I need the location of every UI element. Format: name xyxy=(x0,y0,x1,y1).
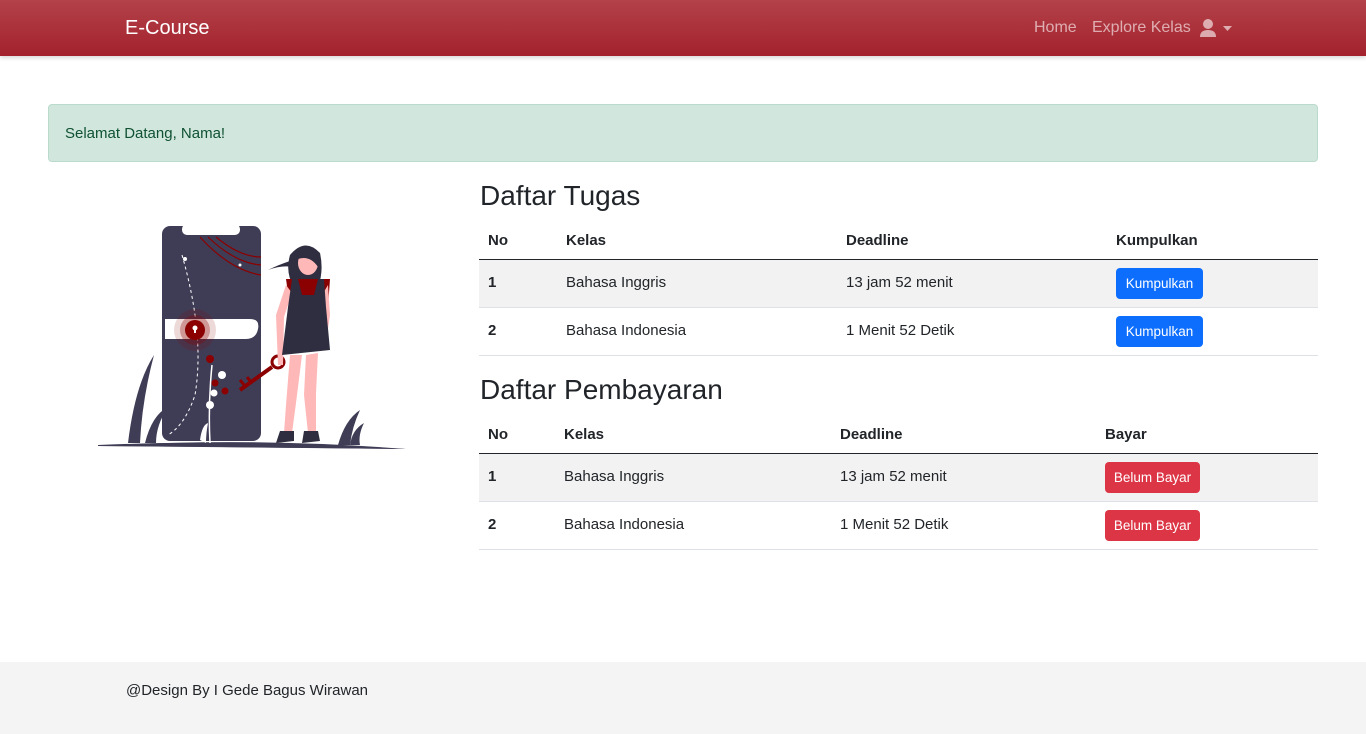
table-row: 2 Bahasa Indonesia 1 Menit 52 Detik Kump… xyxy=(479,308,1318,356)
row-no: 2 xyxy=(488,322,497,339)
table-header: No Kelas Deadline Kumpulkan xyxy=(479,222,1318,260)
footer-credit: @Design By I Gede Bagus Wirawan xyxy=(126,682,368,699)
user-dropdown-toggle[interactable] xyxy=(1199,18,1235,40)
welcome-alert-text: Selamat Datang, Nama! xyxy=(65,125,226,142)
nav-home-link[interactable]: Home xyxy=(1034,19,1077,37)
row-no: 1 xyxy=(488,468,497,485)
row-no: 2 xyxy=(488,516,497,533)
tugas-table: No Kelas Deadline Kumpulkan 1 Bahasa Ing… xyxy=(479,222,1318,356)
row-no: 1 xyxy=(488,274,497,291)
row-deadline: 13 jam 52 menit xyxy=(846,274,953,291)
pembayaran-table: No Kelas Deadline Bayar 1 Bahasa Inggris… xyxy=(479,416,1318,550)
caret-down-icon xyxy=(1223,26,1232,31)
tugas-section-title: Daftar Tugas xyxy=(480,180,641,211)
kumpulkan-button[interactable]: Kumpulkan xyxy=(1116,316,1203,347)
brand-link[interactable]: E-Course xyxy=(125,17,209,40)
footer: @Design By I Gede Bagus Wirawan xyxy=(0,662,1366,734)
belum-bayar-button[interactable]: Belum Bayar xyxy=(1105,462,1200,493)
header-kumpulkan: Kumpulkan xyxy=(1116,232,1198,249)
row-deadline: 1 Menit 52 Detik xyxy=(846,322,955,339)
table-row: 2 Bahasa Indonesia 1 Menit 52 Detik Belu… xyxy=(479,502,1318,550)
table-row: 1 Bahasa Inggris 13 jam 52 menit Belum B… xyxy=(479,454,1318,502)
user-icon xyxy=(1200,19,1232,37)
kumpulkan-button[interactable]: Kumpulkan xyxy=(1116,268,1203,299)
welcome-alert: Selamat Datang, Nama! xyxy=(48,104,1318,162)
header-no: No xyxy=(488,232,508,249)
row-deadline: 13 jam 52 menit xyxy=(840,468,947,485)
belum-bayar-button[interactable]: Belum Bayar xyxy=(1105,510,1200,541)
header-kelas: Kelas xyxy=(566,232,607,249)
row-deadline: 1 Menit 52 Detik xyxy=(840,516,949,533)
illustration-image xyxy=(90,215,415,460)
table-row: 1 Bahasa Inggris 13 jam 52 menit Kumpulk… xyxy=(479,260,1318,308)
navbar: E-Course Home Explore Kelas xyxy=(0,0,1366,56)
header-kelas: Kelas xyxy=(564,426,605,443)
nav-explore-kelas-link[interactable]: Explore Kelas xyxy=(1092,19,1191,37)
row-kelas: Bahasa Inggris xyxy=(564,468,665,485)
row-kelas: Bahasa Indonesia xyxy=(566,322,687,339)
header-deadline: Deadline xyxy=(840,426,903,443)
table-header: No Kelas Deadline Bayar xyxy=(479,416,1318,454)
pembayaran-section-title: Daftar Pembayaran xyxy=(480,374,723,405)
row-kelas: Bahasa Inggris xyxy=(566,274,667,291)
header-no: No xyxy=(488,426,508,443)
header-deadline: Deadline xyxy=(846,232,909,249)
header-bayar: Bayar xyxy=(1105,426,1147,443)
row-kelas: Bahasa Indonesia xyxy=(564,516,685,533)
